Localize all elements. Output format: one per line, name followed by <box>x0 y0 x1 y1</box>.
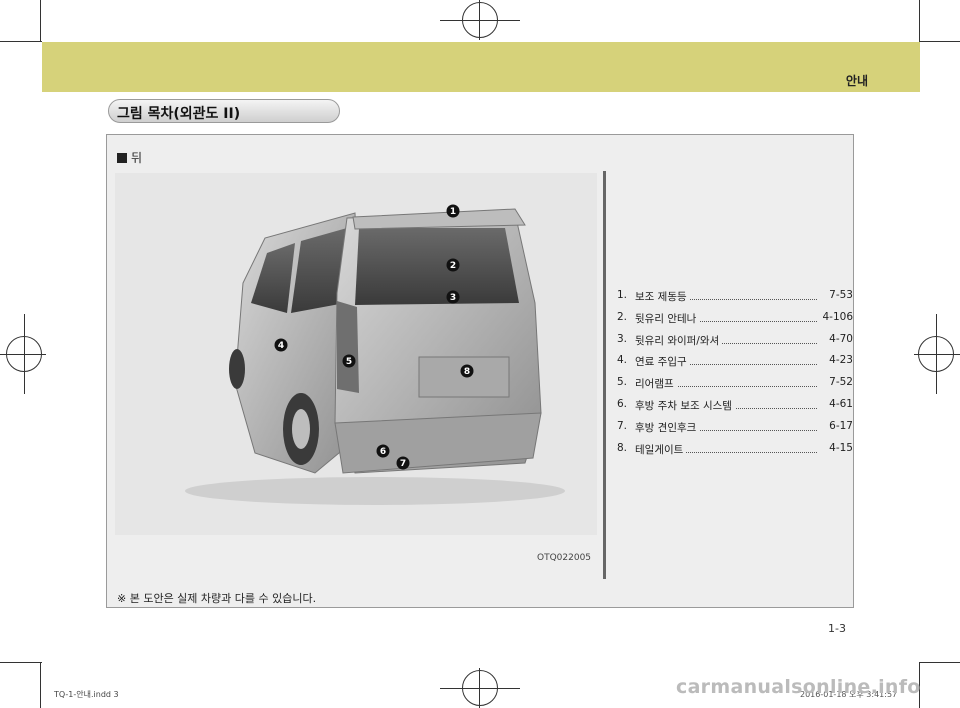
callout-marker: 3 <box>446 290 460 304</box>
callout-marker: 8 <box>460 364 474 378</box>
header-band: 안내 <box>42 42 920 92</box>
watermark: carmanualsonline.info <box>676 676 921 698</box>
vehicle-wheel <box>229 349 245 389</box>
vehicle-shadow <box>185 477 565 505</box>
black-square-icon <box>117 153 127 163</box>
callout-marker: 5 <box>342 354 356 368</box>
crop-mark <box>920 41 960 42</box>
registration-mark-line <box>914 354 960 355</box>
legend-list: 1. 보조 제동등 7-53 2. 뒷유리 안테나 4-106 3. 뒷유리 와이퍼/와셔… <box>617 287 853 461</box>
legend-num: 3. <box>617 332 628 345</box>
svg-text:1: 1 <box>450 207 456 217</box>
legend-page: 4-106 <box>819 310 853 323</box>
callout-marker: 7 <box>396 456 410 470</box>
vehicle-tail-lamp <box>337 301 359 393</box>
legend-num: 5. <box>617 376 628 389</box>
section-label: 안내 <box>845 74 868 88</box>
svg-text:4: 4 <box>278 341 284 351</box>
photo-code: OTQ022005 <box>537 553 592 563</box>
crop-mark <box>40 662 41 708</box>
callout-marker: 6 <box>376 444 390 458</box>
legend-name: 뒷유리 와이퍼/와셔 <box>635 332 723 348</box>
crop-mark <box>40 0 41 42</box>
vehicle-license-recess <box>418 356 510 398</box>
crop-mark <box>919 0 920 42</box>
svg-text:5: 5 <box>346 357 352 367</box>
legend-page: 4-23 <box>826 354 853 367</box>
registration-mark-line <box>0 354 46 355</box>
page-title: 그림 목차(외관도 II) <box>117 106 241 122</box>
legend-item: 4. 연료 주입구 4-23 <box>617 352 853 374</box>
footer-file-label: TQ-1-안내.indd 3 <box>54 690 119 699</box>
legend-name: 뒷유리 안테나 <box>635 310 700 326</box>
legend-page: 7-52 <box>826 376 853 389</box>
legend-item: 7. 후방 견인후크 6-17 <box>617 418 853 440</box>
legend-name: 보조 제동등 <box>635 289 690 304</box>
legend-item: 5. 리어램프 7-52 <box>617 374 853 396</box>
legend-num: 2. <box>617 310 628 323</box>
legend-name: 연료 주입구 <box>635 354 690 370</box>
callout-marker: 2 <box>446 258 460 272</box>
legend-page: 4-15 <box>826 441 853 454</box>
legend-page: 4-61 <box>826 397 853 410</box>
vehicle-wheel-hub <box>292 409 310 449</box>
disclaimer-note: ※ 본 도안은 실제 차량과 다를 수 있습니다. <box>117 592 317 605</box>
registration-mark-line <box>24 314 25 394</box>
registration-mark-line <box>440 20 520 21</box>
section-heading: 뒤 <box>117 149 142 166</box>
legend-item: 6. 후방 주차 보조 시스템 4-61 <box>617 396 853 418</box>
legend-item: 8. 테일게이트 4-15 <box>617 440 853 462</box>
legend-page: 7-53 <box>826 289 853 301</box>
vehicle-rear-illustration: 1 2 3 4 5 6 7 8 <box>115 173 597 535</box>
crop-mark <box>0 662 42 663</box>
svg-text:2: 2 <box>450 261 456 271</box>
registration-mark-line <box>479 668 480 708</box>
svg-text:7: 7 <box>400 459 406 469</box>
callout-marker: 1 <box>446 204 460 218</box>
registration-mark-line <box>936 314 937 394</box>
column-divider <box>603 171 606 579</box>
crop-mark <box>0 41 42 42</box>
legend-item: 2. 뒷유리 안테나 4-106 <box>617 309 853 331</box>
legend-item: 3. 뒷유리 와이퍼/와셔 4-70 <box>617 331 853 353</box>
callout-marker: 4 <box>274 338 288 352</box>
legend-num: 6. <box>617 397 628 410</box>
page-number: 1-3 <box>828 622 846 635</box>
svg-text:8: 8 <box>464 367 470 377</box>
content-panel: 뒤 1 2 3 4 5 6 7 8 OTQ022005 1. 보조 제동등 7-… <box>106 134 854 608</box>
vehicle-svg: 1 2 3 4 5 6 7 8 <box>185 204 565 505</box>
legend-page: 6-17 <box>826 419 853 432</box>
legend-name: 후방 견인후크 <box>635 419 700 435</box>
legend-num: 1. <box>617 289 628 301</box>
legend-num: 4. <box>617 354 628 367</box>
legend-num: 7. <box>617 419 628 432</box>
legend-name: 테일게이트 <box>635 441 687 457</box>
vehicle-rear-window <box>355 228 519 305</box>
page-title-pill: 그림 목차(외관도 II) <box>108 99 340 123</box>
registration-mark-line <box>479 0 480 40</box>
section-heading-text: 뒤 <box>131 151 143 165</box>
legend-name: 리어램프 <box>635 376 677 392</box>
svg-text:3: 3 <box>450 293 456 303</box>
vehicle-spoiler <box>352 208 526 230</box>
legend-num: 8. <box>617 441 628 454</box>
registration-mark-line <box>440 688 520 689</box>
crop-mark <box>920 662 960 663</box>
legend-item: 1. 보조 제동등 7-53 <box>617 287 853 309</box>
legend-name: 후방 주차 보조 시스템 <box>635 397 735 413</box>
legend-page: 4-70 <box>826 332 853 345</box>
svg-text:6: 6 <box>380 447 386 457</box>
